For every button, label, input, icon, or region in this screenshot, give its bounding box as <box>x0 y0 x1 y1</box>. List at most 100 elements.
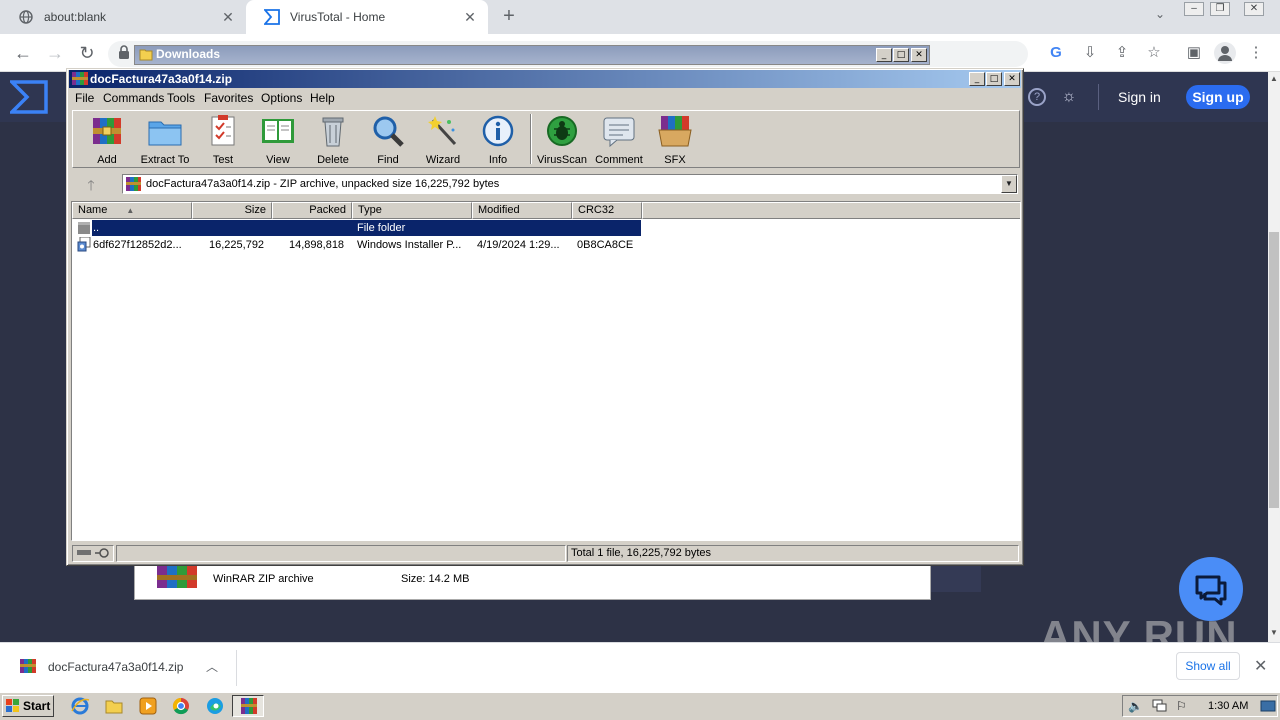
back-arrow-icon[interactable]: ← <box>12 42 34 64</box>
edge-icon[interactable] <box>205 697 225 715</box>
sign-up-button[interactable]: Sign up <box>1186 85 1250 109</box>
view-button[interactable]: View <box>248 114 308 166</box>
share-icon[interactable]: ⇪ <box>1112 43 1132 63</box>
column-header-packed[interactable]: Packed <box>272 202 352 219</box>
sfx-box-icon <box>657 114 693 148</box>
row-size: 16,225,792 <box>209 239 265 251</box>
taskbar-clock[interactable]: 1:30 AM <box>1208 700 1248 712</box>
internet-explorer-icon[interactable] <box>70 697 90 715</box>
test-checklist-icon <box>205 114 241 148</box>
sign-in-link[interactable]: Sign in <box>1118 86 1161 108</box>
menu-file[interactable]: File <box>75 91 94 105</box>
column-header-size[interactable]: Size <box>192 202 272 219</box>
forward-arrow-icon[interactable]: → <box>44 42 66 64</box>
virustotal-logo-icon[interactable] <box>7 80 48 114</box>
tool-label: VirusScan <box>537 154 587 166</box>
archive-path-text: docFactura47a3a0f14.zip - ZIP archive, u… <box>146 178 500 190</box>
side-panel-icon[interactable]: ▣ <box>1184 43 1204 63</box>
volume-icon[interactable]: 🔈 <box>1128 699 1144 713</box>
scroll-up-arrow-icon[interactable]: ▲ <box>1268 74 1280 84</box>
google-lens-icon[interactable]: G <box>1046 43 1066 63</box>
reload-icon[interactable]: ↻ <box>76 42 98 64</box>
scrollbar-thumb[interactable] <box>1269 232 1279 508</box>
kebab-menu-icon[interactable]: ⋮ <box>1246 43 1266 63</box>
tab-title: about:blank <box>44 10 107 24</box>
add-button[interactable]: Add <box>77 114 137 166</box>
menu-help[interactable]: Help <box>310 91 335 105</box>
table-row[interactable]: .. File folder <box>73 220 641 236</box>
chevron-down-icon[interactable]: ⌄ <box>1150 7 1170 27</box>
menu-commands[interactable]: Commands <box>103 91 164 105</box>
winrar-archive-icon <box>20 658 36 674</box>
show-all-button[interactable]: Show all <box>1176 652 1240 680</box>
show-desktop-icon[interactable] <box>1260 700 1276 712</box>
extract-folder-icon <box>147 114 183 148</box>
new-tab-button[interactable]: + <box>498 6 520 28</box>
maximize-button[interactable]: □ <box>893 48 909 62</box>
restore-window-button[interactable]: ❐ <box>1210 2 1230 16</box>
row-name: .. <box>93 222 100 234</box>
minimize-button[interactable]: _ <box>969 72 985 86</box>
theme-toggle-icon[interactable]: ☼ <box>1060 88 1078 106</box>
table-row[interactable]: 6df627f12852d2... 16,225,792 14,898,818 … <box>73 236 641 253</box>
windows-logo-icon <box>6 699 20 713</box>
minimize-window-button[interactable]: – <box>1184 2 1204 16</box>
tool-label: Comment <box>595 154 643 166</box>
extract-to-button[interactable]: Extract To <box>135 114 195 166</box>
wizard-button[interactable]: Wizard <box>413 114 473 166</box>
download-file-name[interactable]: docFactura47a3a0f14.zip <box>48 660 183 674</box>
menu-options[interactable]: Options <box>261 91 302 105</box>
status-drive-icons[interactable] <box>72 545 114 562</box>
column-header-type[interactable]: Type <box>352 202 472 219</box>
virusscan-button[interactable]: VirusScan <box>532 114 592 166</box>
install-app-icon[interactable]: ⇩ <box>1080 43 1100 63</box>
maximize-button[interactable]: □ <box>986 72 1002 86</box>
start-label: Start <box>23 699 51 713</box>
chrome-icon[interactable] <box>171 697 191 715</box>
winrar-app-icon <box>241 698 257 714</box>
close-button[interactable]: ✕ <box>1004 72 1020 86</box>
close-tab-icon[interactable]: ✕ <box>220 9 236 25</box>
close-icon[interactable]: ✕ <box>1254 656 1267 676</box>
download-shelf <box>0 642 1280 692</box>
profile-avatar-icon[interactable] <box>1214 42 1236 64</box>
menu-tools[interactable]: Tools <box>167 91 195 105</box>
close-window-button[interactable]: ✕ <box>1244 2 1264 16</box>
column-header-modified[interactable]: Modified <box>472 202 572 219</box>
action-center-flag-icon[interactable]: ⚐ <box>1176 699 1192 713</box>
magnifier-icon <box>370 114 406 148</box>
find-button[interactable]: Find <box>358 114 418 166</box>
downloads-window-titlebar[interactable] <box>134 45 930 65</box>
menu-favorites[interactable]: Favorites <box>204 91 253 105</box>
file-explorer-icon[interactable] <box>104 697 124 715</box>
downloads-window-title: Downloads <box>156 47 221 61</box>
column-header-name[interactable]: Name ▲ <box>72 202 192 219</box>
row-modified: 4/19/2024 1:29... <box>477 239 560 251</box>
info-button[interactable]: Info <box>468 114 528 166</box>
dropdown-arrow-icon[interactable]: ▼ <box>1001 175 1017 193</box>
close-button[interactable]: ✕ <box>911 48 927 62</box>
network-icon[interactable] <box>1152 699 1168 713</box>
help-icon[interactable]: ? <box>1028 88 1046 106</box>
minimize-button[interactable]: _ <box>876 48 892 62</box>
media-player-icon[interactable] <box>138 697 158 715</box>
bookmark-star-icon[interactable]: ☆ <box>1144 43 1164 63</box>
chevron-up-icon[interactable]: ︿ <box>206 658 218 675</box>
tab-virustotal[interactable]: VirusTotal - Home ✕ <box>246 0 488 34</box>
sfx-button[interactable]: SFX <box>645 114 705 166</box>
winrar-taskbar-button[interactable] <box>232 695 264 717</box>
start-button[interactable]: Start <box>2 695 54 717</box>
up-folder-arrow-icon[interactable]: 🡑 <box>78 176 104 194</box>
archive-type-label: WinRAR ZIP archive <box>213 573 314 585</box>
close-tab-icon[interactable]: ✕ <box>462 9 478 25</box>
view-book-icon <box>260 114 296 148</box>
lock-icon[interactable] <box>118 45 130 59</box>
comment-button[interactable]: Comment <box>589 114 649 166</box>
comment-icon <box>601 114 637 148</box>
column-header-crc32[interactable]: CRC32 <box>572 202 642 219</box>
test-button[interactable]: Test <box>193 114 253 166</box>
delete-button[interactable]: Delete <box>303 114 363 166</box>
tab-about-blank[interactable]: about:blank ✕ <box>0 0 246 34</box>
scroll-down-arrow-icon[interactable]: ▼ <box>1268 628 1280 638</box>
column-label: Name <box>78 204 108 216</box>
